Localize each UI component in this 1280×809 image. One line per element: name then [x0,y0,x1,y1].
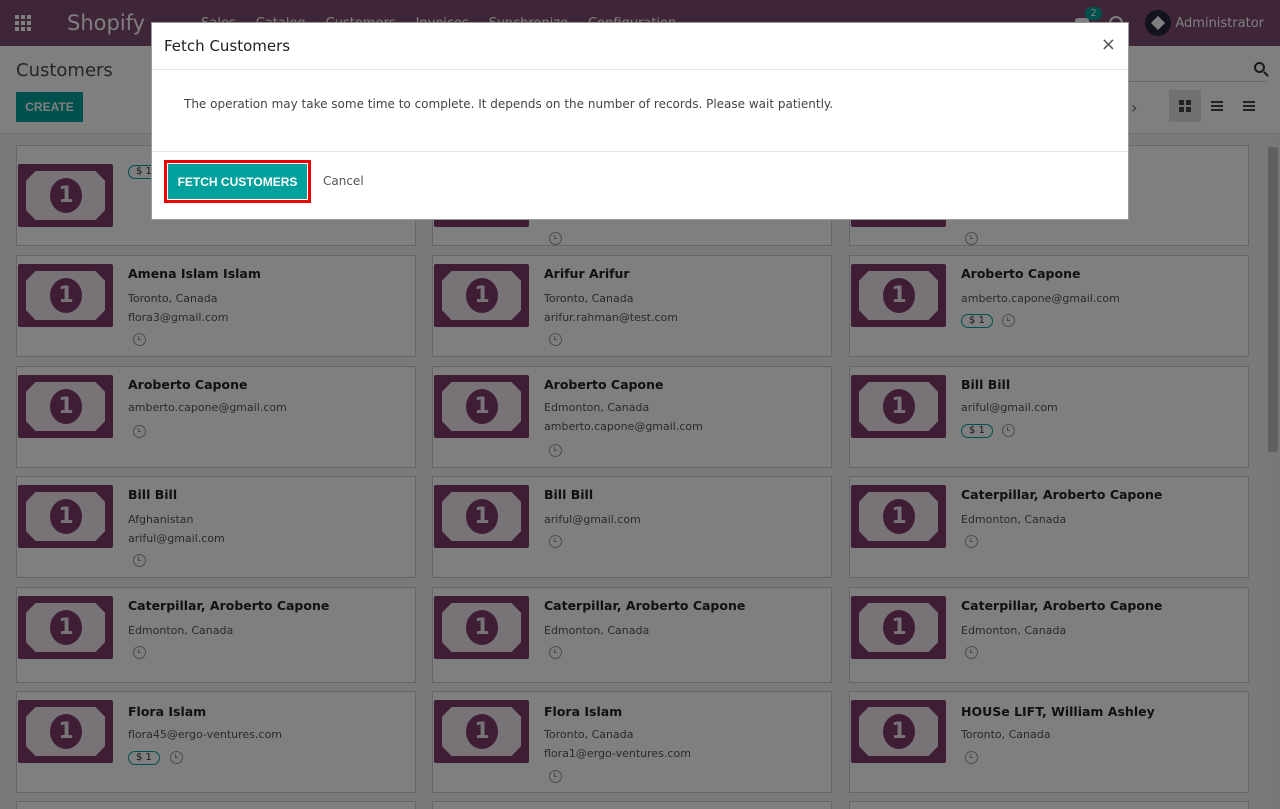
cancel-button[interactable]: Cancel [323,174,364,188]
fetch-customers-dialog: Fetch Customers × The operation may take… [151,22,1129,220]
dialog-body: The operation may take some time to comp… [152,70,1128,152]
close-icon[interactable]: × [1101,34,1116,55]
dialog-header: Fetch Customers × [152,23,1128,70]
dialog-message: The operation may take some time to comp… [184,97,834,111]
dialog-footer: FETCH CUSTOMERS Cancel [152,152,1128,220]
dialog-title: Fetch Customers [164,37,291,55]
fetch-customers-button[interactable]: FETCH CUSTOMERS [168,164,307,199]
